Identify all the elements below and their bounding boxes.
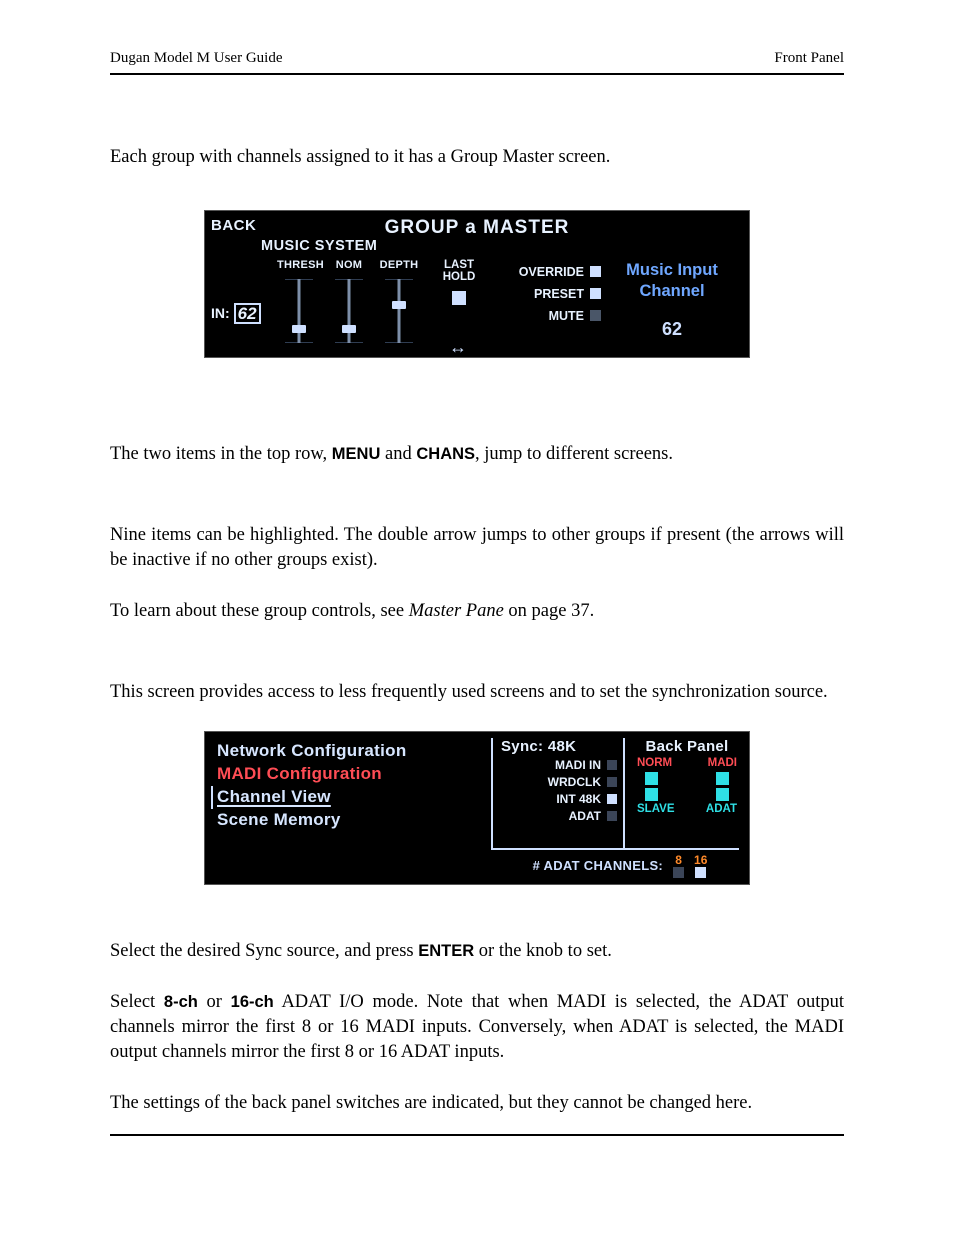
music-input-label1: Music Input [607, 261, 737, 280]
sync-option-wrdclk[interactable]: WRDCLK [501, 774, 617, 791]
last-label: LAST [429, 259, 489, 271]
preset-label: PRESET [534, 287, 584, 301]
divider-line [623, 738, 625, 850]
menu-item-scene-memory[interactable]: Scene Memory [217, 809, 485, 832]
thresh-slider[interactable] [277, 279, 321, 343]
last-hold-indicator [452, 291, 466, 305]
back-panel-led1 [645, 772, 658, 785]
override-indicator [590, 266, 601, 277]
menu-item-channel-view[interactable]: Channel View [211, 786, 485, 809]
divider-line [491, 848, 739, 850]
nom-column: NOM [327, 259, 371, 343]
music-input-channel-value[interactable]: 62 [607, 319, 737, 340]
screen-title: GROUP a MASTER [205, 217, 749, 239]
last-hold-toggle[interactable]: LAST HOLD [429, 259, 489, 305]
input-channel-indicator: IN: 62 [211, 303, 261, 324]
back-panel-madi-label: MADI [708, 757, 737, 769]
paragraph-intro: Each group with channels assigned to it … [110, 145, 844, 170]
preset-toggle[interactable]: PRESET [505, 283, 601, 305]
sync-option-madi-in[interactable]: MADI IN [501, 757, 617, 774]
adat-option-8[interactable]: 8 [673, 854, 684, 878]
header-rule [110, 73, 844, 75]
back-panel-led4 [716, 788, 729, 801]
group-nav-arrows-icon[interactable]: ↔ [449, 337, 467, 358]
paragraph-select-sync: Select the desired Sync source, and pres… [110, 939, 844, 964]
paragraph-nine-items: Nine items can be highlighted. The doubl… [110, 523, 844, 573]
adat-channels-selector: # ADAT CHANNELS: 8 16 [505, 854, 735, 878]
back-panel-adat-label: ADAT [706, 803, 737, 815]
sync-option-int48k[interactable]: INT 48K [501, 791, 617, 808]
nom-label: NOM [327, 259, 371, 273]
paragraph-menu-chans: The two items in the top row, MENU and C… [110, 442, 844, 467]
mute-indicator [590, 310, 601, 321]
thresh-column: THRESH [277, 259, 321, 343]
music-input-panel: Music Input Channel 62 [607, 261, 737, 340]
header-right: Front Panel [774, 50, 844, 67]
back-panel-norm-label: NORM [637, 757, 672, 769]
paragraph-adat-mode: Select 8-ch or 16-ch ADAT I/O mode. Note… [110, 990, 844, 1065]
paragraph-master-pane-ref: To learn about these group controls, see… [110, 599, 844, 624]
back-panel-slave-label: SLAVE [637, 803, 675, 815]
hold-label: HOLD [429, 271, 489, 283]
depth-slider[interactable] [377, 279, 421, 343]
sync-panel: Sync: 48K MADI IN WRDCLK INT 48K ADAT [501, 738, 617, 825]
menu-list: Network Configuration MADI Configuration… [217, 740, 485, 832]
in-label: IN: [211, 305, 230, 321]
figure-group-master-screen: BACK GROUP a MASTER MUSIC SYSTEM IN: 62 … [204, 210, 750, 358]
menu-item-network-config[interactable]: Network Configuration [217, 740, 485, 763]
thresh-label: THRESH [277, 259, 321, 273]
override-label: OVERRIDE [519, 265, 584, 279]
header-left: Dugan Model M User Guide [110, 50, 282, 67]
mute-label: MUTE [549, 309, 584, 323]
nom-slider[interactable] [327, 279, 371, 343]
sync-title: Sync: 48K [501, 738, 617, 755]
override-toggle[interactable]: OVERRIDE [505, 261, 601, 283]
music-input-label2: Channel [607, 282, 737, 301]
screen-subtitle: MUSIC SYSTEM [261, 238, 377, 254]
preset-indicator [590, 288, 601, 299]
footer-rule [110, 1134, 844, 1136]
paragraph-sync-intro: This screen provides access to less freq… [110, 680, 844, 705]
menu-item-madi-config[interactable]: MADI Configuration [217, 763, 485, 786]
back-panel-led3 [645, 788, 658, 801]
back-panel-title: Back Panel [635, 738, 739, 755]
depth-label: DEPTH [377, 259, 421, 273]
divider-line [491, 738, 493, 850]
mute-toggle[interactable]: MUTE [505, 305, 601, 327]
paragraph-back-panel-note: The settings of the back panel switches … [110, 1091, 844, 1116]
page-header: Dugan Model M User Guide Front Panel [110, 50, 844, 67]
in-value[interactable]: 62 [234, 303, 261, 324]
adat-option-16[interactable]: 16 [694, 854, 707, 878]
figure-menu-screen: Network Configuration MADI Configuration… [204, 731, 750, 885]
back-panel-led2 [716, 772, 729, 785]
depth-column: DEPTH [377, 259, 421, 343]
adat-channels-label: # ADAT CHANNELS: [533, 858, 663, 873]
back-panel-status: Back Panel NORM MADI SLAVE ADAT [635, 738, 739, 815]
sync-option-adat[interactable]: ADAT [501, 808, 617, 825]
